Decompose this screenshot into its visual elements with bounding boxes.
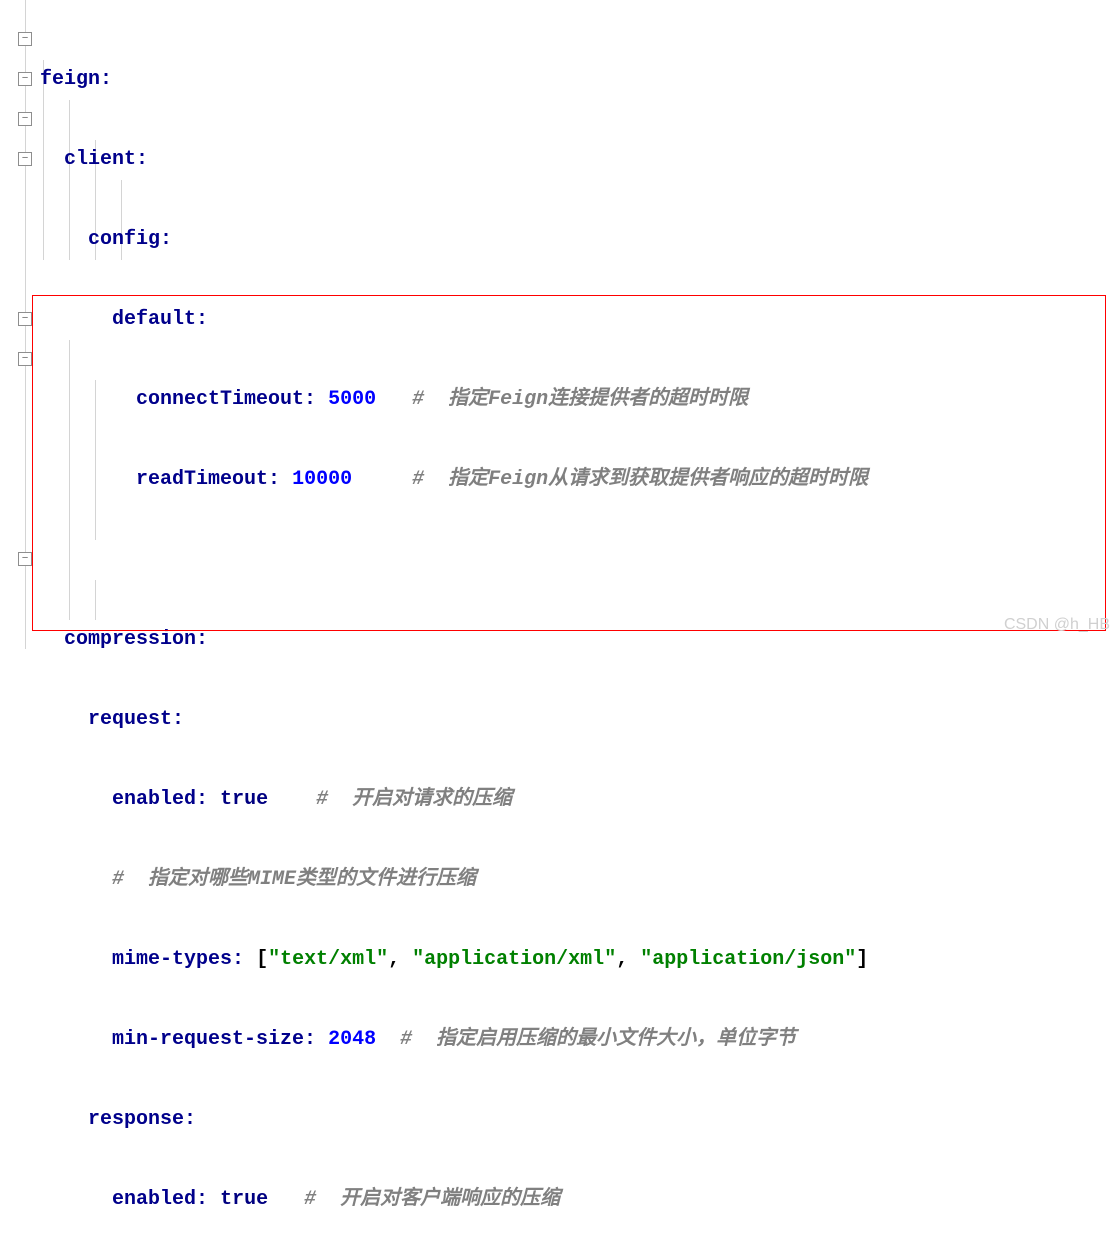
code-line: min-request-size: 2048 # 指定启用压缩的最小文件大小，单… xyxy=(40,1020,868,1060)
code-line: connectTimeout: 5000 # 指定Feign连接提供者的超时时限 xyxy=(40,380,868,420)
code-line xyxy=(40,540,868,580)
code-line: enabled: true # 开启对客户端响应的压缩 xyxy=(40,1180,868,1220)
code-line: client: xyxy=(40,140,868,180)
fold-marker-icon[interactable] xyxy=(18,312,32,326)
fold-marker-icon[interactable] xyxy=(18,112,32,126)
fold-marker-icon[interactable] xyxy=(18,352,32,366)
fold-marker-icon[interactable] xyxy=(18,552,32,566)
fold-marker-icon[interactable] xyxy=(18,72,32,86)
code-line: response: xyxy=(40,1100,868,1140)
watermark: CSDN @h_HB xyxy=(1004,605,1110,645)
code-line: default: xyxy=(40,300,868,340)
code-line: request: xyxy=(40,700,868,740)
fold-marker-icon[interactable] xyxy=(18,32,32,46)
code-line: mime-types: ["text/xml", "application/xm… xyxy=(40,940,868,980)
code-line: config: xyxy=(40,220,868,260)
code-line: # 指定对哪些MIME类型的文件进行压缩 xyxy=(40,860,868,900)
code-line: enabled: true # 开启对请求的压缩 xyxy=(40,780,868,820)
code-line: feign: xyxy=(40,60,868,100)
code-line: compression: xyxy=(40,620,868,660)
code-line: readTimeout: 10000 # 指定Feign从请求到获取提供者响应的… xyxy=(40,460,868,500)
fold-marker-icon[interactable] xyxy=(18,152,32,166)
code-editor[interactable]: feign: client: config: default: connectT… xyxy=(40,20,868,1260)
